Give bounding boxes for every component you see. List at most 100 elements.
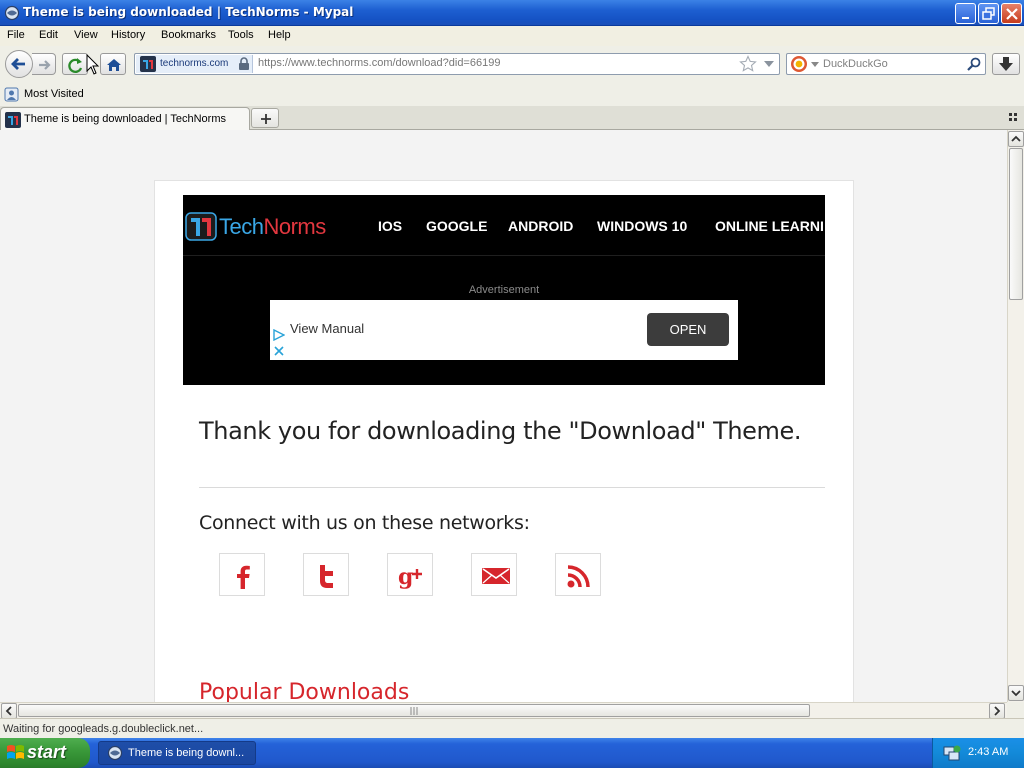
start-label: start (27, 742, 67, 762)
header-divider (183, 255, 825, 256)
menu-bookmarks[interactable]: Bookmarks (161, 29, 216, 41)
status-bar: Waiting for googleads.g.doubleclick.net.… (0, 718, 1024, 738)
popular-downloads-heading: Popular Downloads (199, 680, 410, 702)
home-icon (107, 59, 121, 71)
scrollbar-corner (1007, 702, 1024, 718)
ad-text: View Manual (290, 321, 365, 336)
maximize-button[interactable] (978, 3, 999, 24)
email-icon (482, 568, 510, 584)
search-engine-dropdown-icon[interactable] (811, 62, 819, 68)
url-dropdown-icon[interactable] (763, 60, 775, 70)
scroll-up-button[interactable] (1008, 131, 1024, 147)
tab-title: Theme is being downloaded | TechNorms (24, 113, 226, 125)
forward-arrow-icon (39, 60, 51, 70)
nav-android[interactable]: ANDROID (508, 218, 573, 234)
back-button[interactable] (5, 50, 33, 78)
site-domain: technorms.com (160, 58, 229, 69)
bookmark-star-icon[interactable] (739, 55, 757, 73)
logo-part-norms: Norms (263, 214, 326, 239)
vertical-scroll-thumb[interactable] (1009, 148, 1023, 300)
chevron-up-icon (1011, 135, 1021, 142)
twitter-button[interactable] (303, 553, 349, 596)
chevron-down-icon (1011, 690, 1021, 697)
menu-history[interactable]: History (111, 29, 145, 41)
nav-windows-10[interactable]: WINDOWS 10 (597, 218, 687, 234)
tab-strip: Theme is being downloaded | TechNorms (0, 106, 1024, 131)
rss-button[interactable] (555, 553, 601, 596)
plus-icon (261, 114, 271, 124)
navigation-toolbar: technorms.com https://www.technorms.com/… (0, 46, 1024, 84)
email-button[interactable] (471, 553, 517, 596)
ad-close-icon[interactable] (274, 346, 284, 356)
network-status-icon[interactable] (943, 744, 961, 762)
horizontal-scroll-thumb[interactable] (18, 704, 810, 717)
address-bar[interactable]: technorms.com https://www.technorms.com/… (134, 53, 780, 75)
ad-label: Advertisement (468, 284, 540, 296)
search-icon[interactable] (967, 57, 981, 71)
downloads-button[interactable] (992, 53, 1020, 75)
connect-heading: Connect with us on these networks: (199, 512, 530, 534)
menu-file[interactable]: File (7, 29, 25, 41)
menu-help[interactable]: Help (268, 29, 291, 41)
close-button[interactable] (1001, 3, 1022, 24)
technorms-logo-mark-icon (185, 212, 217, 241)
bookmarks-toolbar: Most Visited (0, 84, 1024, 106)
thank-you-heading: Thank you for downloading the "Download"… (199, 417, 802, 445)
most-visited-folder-icon (4, 87, 19, 102)
facebook-icon (237, 565, 250, 589)
search-bar[interactable]: DuckDuckGo (786, 53, 986, 75)
minimize-button[interactable] (955, 3, 976, 24)
download-arrow-icon (999, 57, 1013, 71)
tab-active[interactable]: Theme is being downloaded | TechNorms (0, 107, 250, 131)
vertical-scrollbar[interactable] (1007, 130, 1024, 702)
forward-button[interactable] (32, 53, 56, 75)
reload-button[interactable] (62, 53, 88, 75)
ad-choices-play-icon[interactable] (273, 329, 285, 341)
menu-edit[interactable]: Edit (39, 29, 58, 41)
horizontal-scrollbar[interactable] (0, 702, 1007, 719)
content-card: TechNorms IOS GOOGLE ANDROID WINDOWS 10 … (154, 180, 854, 702)
twitter-icon (320, 565, 333, 588)
technorms-logo[interactable]: TechNorms (185, 210, 355, 242)
svg-text:g: g (398, 564, 413, 589)
scroll-left-button[interactable] (1, 703, 17, 719)
nav-ios[interactable]: IOS (378, 218, 402, 234)
site-identity-button[interactable]: technorms.com (136, 55, 253, 73)
restore-icon (982, 7, 995, 20)
minimize-icon (962, 17, 969, 19)
window-titlebar[interactable]: Theme is being downloaded | TechNorms - … (0, 0, 1024, 26)
menu-tools[interactable]: Tools (228, 29, 254, 41)
duckduckgo-icon[interactable] (790, 55, 808, 73)
site-favicon-icon (140, 56, 156, 72)
search-placeholder: DuckDuckGo (823, 58, 888, 70)
nav-online-learning[interactable]: ONLINE LEARNI (715, 218, 824, 234)
list-all-tabs-icon[interactable] (1009, 113, 1019, 123)
facebook-button[interactable] (219, 553, 265, 596)
start-button[interactable]: start (0, 738, 90, 768)
taskbar-clock[interactable]: 2:43 AM (968, 746, 1008, 758)
status-text: Waiting for googleads.g.doubleclick.net.… (3, 723, 204, 735)
mypal-app-icon (4, 5, 20, 21)
logo-wordmark: TechNorms (219, 214, 326, 240)
scroll-right-button[interactable] (989, 703, 1005, 719)
windows-logo-icon (7, 745, 24, 759)
google-plus-icon: g (398, 564, 422, 589)
scroll-down-button[interactable] (1008, 685, 1024, 701)
taskbar-window-button[interactable]: Theme is being downl... (98, 741, 256, 765)
taskbar-window-label: Theme is being downl... (128, 747, 245, 759)
ad-banner[interactable]: View Manual OPEN (270, 300, 738, 360)
site-header: TechNorms IOS GOOGLE ANDROID WINDOWS 10 … (183, 195, 825, 385)
tab-favicon-icon (5, 112, 21, 128)
home-button[interactable] (100, 53, 126, 75)
menu-bar: File Edit View History Bookmarks Tools H… (0, 26, 1024, 46)
ad-open-button[interactable]: OPEN (647, 313, 729, 346)
back-arrow-icon (11, 58, 25, 70)
menu-view[interactable]: View (74, 29, 98, 41)
mypal-taskbar-icon (107, 745, 123, 761)
chevron-right-icon (994, 706, 1001, 716)
bookmark-most-visited[interactable]: Most Visited (24, 88, 84, 100)
google-plus-button[interactable]: g (387, 553, 433, 596)
new-tab-button[interactable] (251, 108, 279, 128)
nav-google[interactable]: GOOGLE (426, 218, 487, 234)
url-text: https://www.technorms.com/download?did=6… (258, 57, 501, 69)
